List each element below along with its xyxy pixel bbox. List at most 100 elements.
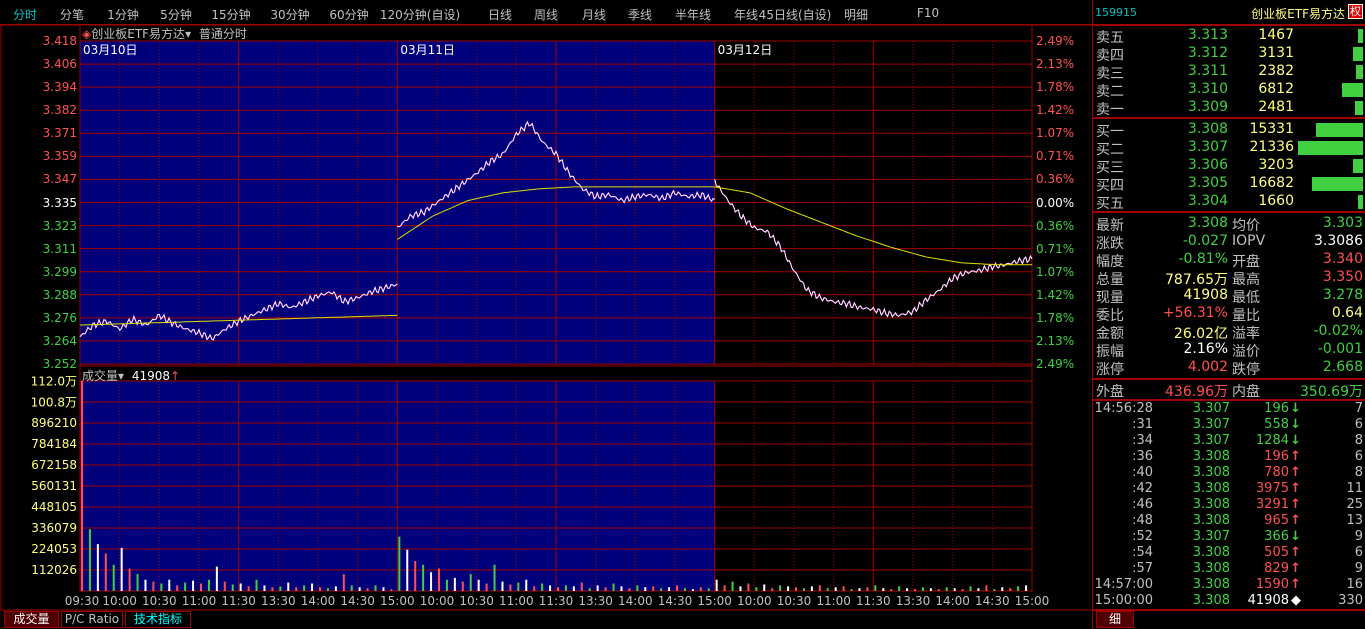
volume-bar [795, 587, 797, 591]
tab-pc-ratio[interactable]: P/C Ratio [61, 611, 123, 628]
dropdown-icon[interactable]: ▾ [118, 369, 124, 383]
day-label: 03月12日 [717, 43, 773, 57]
up-arrow-icon: ↑ [1290, 449, 1301, 464]
tab-detail[interactable]: 细 [1096, 611, 1134, 628]
volume-bar [874, 585, 877, 591]
tick-volume: 3291 [1255, 497, 1289, 512]
volume-bar [731, 581, 734, 591]
volume-axis-label: 672158 [31, 458, 77, 472]
stat-label: 最高 [1232, 272, 1260, 288]
volume-bar [271, 587, 274, 591]
tick-count: 330 [1338, 593, 1363, 608]
volume-bar [985, 585, 988, 591]
level-price[interactable]: 3.309 [1188, 99, 1228, 115]
level-price[interactable]: 3.306 [1188, 157, 1228, 173]
rights-badge[interactable]: 权 [1348, 4, 1363, 19]
level-volume: 21336 [1249, 139, 1294, 155]
volume-bar [350, 585, 353, 591]
level-price[interactable]: 3.310 [1188, 81, 1228, 97]
percent-axis-label: 0.71% [1036, 241, 1075, 256]
price-axis-label: 3.299 [42, 264, 77, 279]
volume-bar [779, 585, 782, 591]
volume-bar [787, 586, 790, 591]
chart-security-name[interactable]: 创业板ETF易方达 [91, 27, 185, 41]
volume-bar [1017, 586, 1020, 591]
level-volume-bar [1358, 29, 1363, 43]
time-axis-label: 13:30 [261, 594, 296, 608]
time-axis-label: 14:30 [657, 594, 693, 608]
tick-price: 3.308 [1192, 513, 1230, 528]
volume-bar [668, 587, 671, 591]
percent-axis-label: 2.49% [1036, 357, 1075, 371]
time-axis-label: 14:00 [618, 594, 653, 608]
volume-bar [660, 588, 663, 591]
chart-title-bar[interactable]: ◈创业板ETF易方达▾ 普通分时 [82, 25, 247, 42]
stat-value: 26.02亿 [1173, 326, 1228, 342]
stat-value: 3.278 [1322, 287, 1363, 303]
volume-indicator-name[interactable]: 成交量 [82, 369, 118, 383]
tick-volume: 366 [1264, 529, 1289, 544]
level-label: 卖三 [1096, 66, 1124, 82]
dropdown-icon[interactable]: ▾ [185, 27, 191, 41]
level-label: 卖二 [1096, 84, 1124, 100]
volume-bar [572, 586, 575, 591]
tick-time: :40 [1132, 465, 1153, 480]
volume-bar [263, 585, 266, 591]
intraday-chart[interactable] [0, 0, 1092, 629]
volume-title-bar[interactable]: 成交量▾ 41908↑ [82, 367, 180, 384]
level-label: 买二 [1096, 142, 1124, 158]
level-label: 买一 [1096, 124, 1124, 140]
level-label: 买三 [1096, 160, 1124, 176]
chart-mode[interactable]: 普通分时 [199, 27, 247, 41]
level-price[interactable]: 3.313 [1188, 27, 1228, 43]
volume-bar [461, 581, 464, 591]
volume-bar [311, 583, 314, 591]
volume-bar [969, 586, 972, 591]
time-axis-label: 13:30 [895, 594, 931, 608]
price-axis-label: 3.371 [42, 126, 77, 141]
level-volume: 1467 [1258, 27, 1294, 43]
tab-volume[interactable]: 成交量 [4, 611, 59, 628]
level-price[interactable]: 3.312 [1188, 45, 1228, 61]
level-label: 买五 [1096, 196, 1124, 212]
time-axis-label: 10:30 [776, 594, 812, 608]
volume-bar [525, 579, 528, 591]
tick-volume: 505 [1264, 545, 1289, 560]
inner-value: 350.69万 [1300, 384, 1363, 400]
security-name: 创业板ETF易方达 [1251, 7, 1345, 21]
volume-bar [580, 582, 583, 591]
time-axis-label: 15:00 [380, 594, 415, 608]
volume-bar [334, 586, 337, 591]
price-axis-label: 3.382 [42, 103, 77, 118]
volume-bar [279, 586, 282, 591]
volume-axis-label: 224053 [31, 542, 77, 556]
level-price[interactable]: 3.304 [1188, 193, 1228, 209]
volume-bar [366, 588, 369, 591]
volume-bar [469, 574, 472, 591]
level-price[interactable]: 3.308 [1188, 121, 1228, 137]
tab-technical-indicators[interactable]: 技术指标 [125, 611, 191, 628]
stat-value: -0.027 [1182, 233, 1228, 249]
level-price[interactable]: 3.307 [1188, 139, 1228, 155]
tick-count: 16 [1346, 577, 1363, 592]
up-arrow-icon: ↑ [1290, 513, 1301, 528]
percent-axis-label: 0.36% [1036, 172, 1075, 187]
security-code: 159915 [1095, 6, 1137, 19]
percent-axis-label: 0.36% [1036, 218, 1075, 233]
volume-bar [707, 588, 710, 591]
tick-price: 3.307 [1192, 401, 1230, 416]
level-price[interactable]: 3.311 [1188, 63, 1228, 79]
volume-bar [96, 544, 99, 591]
tick-price: 3.308 [1192, 593, 1230, 608]
time-axis-label: 15:00 [697, 594, 732, 608]
inner-label: 内盘 [1232, 384, 1260, 400]
volume-bar [88, 529, 91, 591]
tick-volume: 780 [1264, 465, 1289, 480]
stat-value: 2.668 [1322, 359, 1363, 375]
level-volume: 3131 [1258, 45, 1294, 61]
tick-volume: 41908 [1247, 593, 1289, 608]
level-price[interactable]: 3.305 [1188, 175, 1228, 191]
stat-value: 0.64 [1331, 305, 1363, 321]
volume-bar [168, 579, 171, 591]
volume-axis-label: 560131 [31, 479, 77, 493]
